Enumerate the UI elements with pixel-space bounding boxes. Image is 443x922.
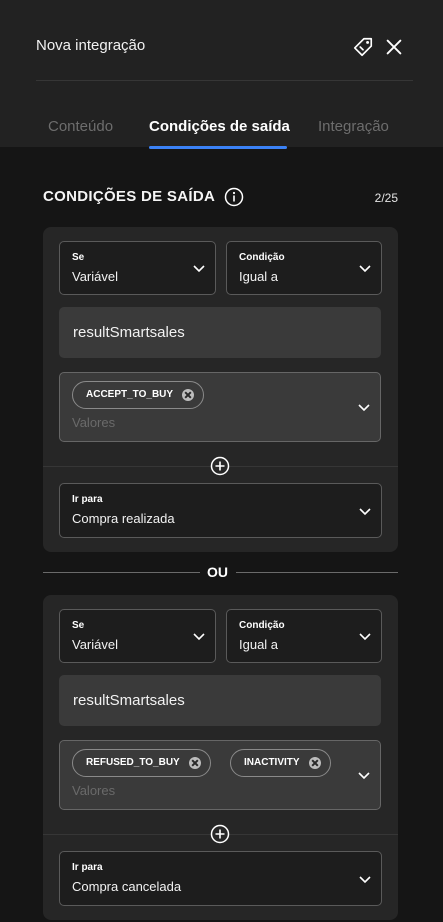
ir-para-select[interactable]: Ir para Compra realizada (59, 483, 382, 538)
chevron-down-icon (359, 875, 371, 883)
panel-title: Nova integração (36, 37, 146, 54)
se-value: Variável (72, 269, 119, 284)
se-select[interactable]: Se Variável (59, 241, 216, 295)
chevron-down-icon (358, 772, 370, 780)
variable-value: resultSmartsales (73, 324, 185, 341)
panel-header: Nova integração Conteúdo Condições de sa… (0, 0, 443, 147)
values-multiselect[interactable]: ACCEPT_TO_BUY Valores (59, 372, 381, 442)
add-circle-icon[interactable] (210, 456, 230, 476)
ir-para-select[interactable]: Ir para Compra cancelada (59, 851, 382, 906)
tab-condicoes-de-saida[interactable]: Condições de saída (149, 118, 290, 135)
active-tab-indicator (149, 146, 287, 149)
or-separator-label: OU (207, 564, 228, 580)
se-label: Se (72, 620, 85, 631)
value-tag[interactable]: REFUSED_TO_BUY (72, 749, 211, 777)
condicao-label: Condição (239, 620, 285, 631)
or-divider-right (236, 572, 398, 573)
tab-conteudo[interactable]: Conteúdo (48, 118, 113, 135)
or-divider-left (43, 572, 200, 573)
section-title: CONDIÇÕES DE SAÍDA (43, 188, 216, 205)
variable-value: resultSmartsales (73, 692, 185, 709)
tag-icon[interactable] (352, 36, 374, 58)
condicao-label: Condição (239, 252, 285, 263)
tag-remove-icon[interactable] (308, 757, 321, 769)
chevron-down-icon (193, 633, 205, 641)
value-tag[interactable]: ACCEPT_TO_BUY (72, 381, 205, 409)
value-tag-label: REFUSED_TO_BUY (86, 757, 180, 768)
value-tag[interactable]: INACTIVITY (230, 749, 331, 777)
chevron-down-icon (359, 507, 371, 515)
chevron-down-icon (193, 265, 205, 273)
chevron-down-icon (359, 633, 371, 641)
value-tag-label: INACTIVITY (244, 757, 300, 768)
variable-input[interactable]: resultSmartsales (59, 675, 381, 726)
add-circle-icon[interactable] (210, 824, 230, 844)
variable-input[interactable]: resultSmartsales (59, 307, 381, 358)
info-icon[interactable] (224, 187, 244, 207)
ir-para-value: Compra realizada (72, 511, 175, 526)
ir-para-value: Compra cancelada (72, 879, 182, 894)
tag-remove-icon[interactable] (182, 389, 195, 401)
condition-counter: 2/25 (374, 191, 398, 205)
condition-card: Se Variável Condição Igual a resultSmart… (43, 227, 398, 552)
ir-para-label: Ir para (72, 494, 103, 505)
header-divider (36, 80, 413, 81)
tab-integracao[interactable]: Integração (318, 118, 389, 135)
se-label: Se (72, 252, 85, 263)
ir-para-label: Ir para (72, 862, 103, 873)
condicao-select[interactable]: Condição Igual a (226, 609, 382, 663)
chevron-down-icon (358, 404, 370, 412)
condicao-value: Igual a (239, 637, 279, 652)
tag-remove-icon[interactable] (188, 757, 201, 769)
value-tag-label: ACCEPT_TO_BUY (86, 389, 174, 400)
values-placeholder: Valores (72, 415, 116, 430)
se-value: Variável (72, 637, 119, 652)
condicao-value: Igual a (239, 269, 279, 284)
se-select[interactable]: Se Variável (59, 609, 216, 663)
chevron-down-icon (359, 265, 371, 273)
values-placeholder: Valores (72, 783, 116, 798)
values-multiselect[interactable]: REFUSED_TO_BUY INACTIVITY Valores (59, 740, 381, 810)
condicao-select[interactable]: Condição Igual a (226, 241, 382, 295)
condition-card: Se Variável Condição Igual a resultSmart… (43, 595, 398, 920)
close-icon[interactable] (383, 36, 405, 58)
